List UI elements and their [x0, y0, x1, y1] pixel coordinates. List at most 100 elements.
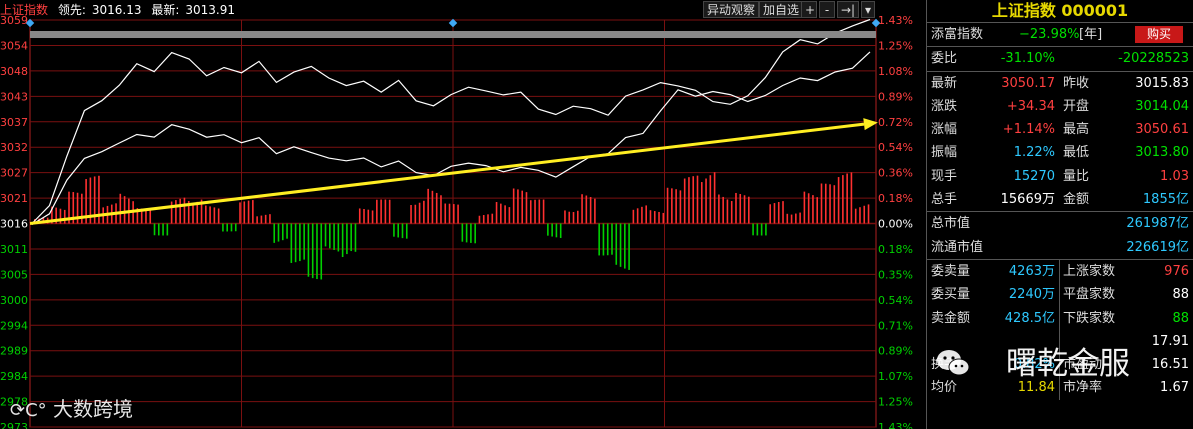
volume-bar	[393, 223, 395, 237]
logo-watermark: ⟳C° 大数跨境	[10, 397, 134, 421]
volume-bar	[333, 223, 335, 250]
volume-bar	[842, 175, 844, 224]
mktcap-label: 总市值	[931, 216, 971, 232]
volume-bar	[286, 223, 288, 239]
volume-bar	[555, 223, 558, 238]
volume-bar	[303, 223, 305, 260]
volume-bar	[529, 200, 532, 224]
volume-bar	[641, 206, 643, 224]
volume-bar	[833, 185, 836, 224]
volume-bar	[311, 223, 314, 279]
volume-bar	[795, 213, 797, 224]
volume-bar	[551, 223, 553, 237]
volume-bar	[790, 214, 793, 224]
low-label: 最低	[1063, 145, 1090, 161]
total-value: 15669万	[1000, 192, 1055, 208]
volume-bar	[418, 202, 421, 224]
volume-bar	[405, 223, 408, 239]
y-tick-right: 0.36%	[878, 167, 913, 180]
volume-bar	[722, 196, 724, 224]
brand-watermark: 曙乾金服	[1006, 346, 1130, 382]
volume-bar	[252, 200, 254, 224]
volume-bar	[675, 189, 677, 224]
volume-bar	[183, 197, 186, 224]
change-label: 涨跌	[931, 98, 958, 114]
buyvol-label: 委买量	[931, 287, 971, 303]
y-tick-left: 3043	[0, 90, 28, 103]
add-watchlist-button[interactable]: 加自选	[759, 1, 804, 18]
zoom-in-button[interactable]: +	[801, 1, 817, 18]
flat-value: 88	[1172, 287, 1189, 303]
volume-bar	[453, 204, 455, 224]
float-value: 226619亿	[1126, 239, 1189, 255]
volume-bar	[726, 199, 729, 224]
volume-bar	[816, 197, 819, 224]
volume-bar	[786, 213, 789, 224]
volume-bar	[735, 192, 737, 224]
watch-button[interactable]: 异动观察	[703, 1, 760, 18]
volume-bar	[397, 223, 400, 238]
low-value: 3013.80	[1135, 145, 1189, 161]
volume-bar	[624, 223, 626, 269]
volume-bar	[696, 175, 699, 224]
volume-bar	[572, 212, 575, 224]
volume-bar	[192, 203, 194, 224]
quote-row-3: 涨幅 +1.14% 最高 3050.61	[927, 118, 1193, 141]
volume-bar	[671, 188, 673, 224]
hand-value: 15270	[1013, 168, 1055, 184]
volume-bar	[119, 193, 122, 224]
volume-bar	[329, 223, 331, 249]
dropdown-button[interactable]: ▾	[861, 1, 875, 18]
y-tick-left: 3032	[0, 141, 28, 154]
y-tick-left: 3048	[0, 65, 28, 78]
volume-bar	[470, 223, 472, 243]
next-button[interactable]: →|	[837, 1, 859, 18]
volume-bar	[380, 199, 382, 224]
volume-bar	[666, 187, 669, 224]
volume-bar	[487, 214, 489, 224]
volume-bar	[636, 208, 639, 224]
volume-bar	[769, 204, 771, 224]
weicha-value: -20228523	[1118, 51, 1189, 67]
volume-bar	[243, 201, 246, 224]
flat-label: 平盘家数	[1063, 287, 1116, 303]
latest-value: 3013.91	[185, 3, 236, 17]
volume-bar	[752, 223, 754, 236]
volume-bar	[649, 210, 652, 224]
y-tick-right: 0.54%	[878, 294, 913, 307]
volume-bar	[803, 191, 806, 224]
weibi-label: 委比	[931, 51, 958, 67]
volume-bar	[739, 193, 742, 224]
volume-bar	[162, 223, 164, 236]
volume-bar	[414, 204, 417, 224]
pe-value: 17.91	[1151, 333, 1189, 349]
volume-bar	[718, 194, 720, 224]
volume-bar	[495, 202, 498, 224]
buy-button[interactable]: 购买	[1135, 26, 1183, 43]
fund-row: 添富指数 −23.98% [年] 购买	[927, 23, 1193, 46]
volume-bar	[440, 195, 442, 224]
volume-bar	[525, 192, 528, 224]
volume-bar	[662, 212, 665, 224]
volume-bar	[123, 196, 126, 224]
zoom-out-button[interactable]: -	[819, 1, 835, 18]
intraday-chart[interactable]: 3059305430483043303730323027302130163011…	[0, 0, 925, 429]
fund-unit: [年]	[1079, 27, 1103, 42]
volume-bar	[316, 223, 318, 280]
volume-bar	[705, 178, 707, 224]
volume-bar	[281, 223, 284, 241]
volume-bar	[153, 223, 156, 236]
y-tick-right: 0.71%	[878, 319, 913, 332]
volume-bar	[149, 209, 152, 224]
volume-bar	[217, 208, 220, 224]
y-tick-right: 1.25%	[878, 39, 913, 52]
open-value: 3014.04	[1135, 98, 1189, 114]
mktcap-value: 261987亿	[1126, 216, 1189, 232]
volume-bar	[576, 210, 579, 224]
volume-bar	[517, 189, 519, 224]
volume-bar	[589, 197, 592, 224]
volume-bar	[448, 203, 451, 224]
volume-bar	[363, 209, 365, 224]
volume-bar	[564, 210, 566, 224]
quote-row-6: 总手 15669万 金额 1855亿	[927, 188, 1193, 211]
